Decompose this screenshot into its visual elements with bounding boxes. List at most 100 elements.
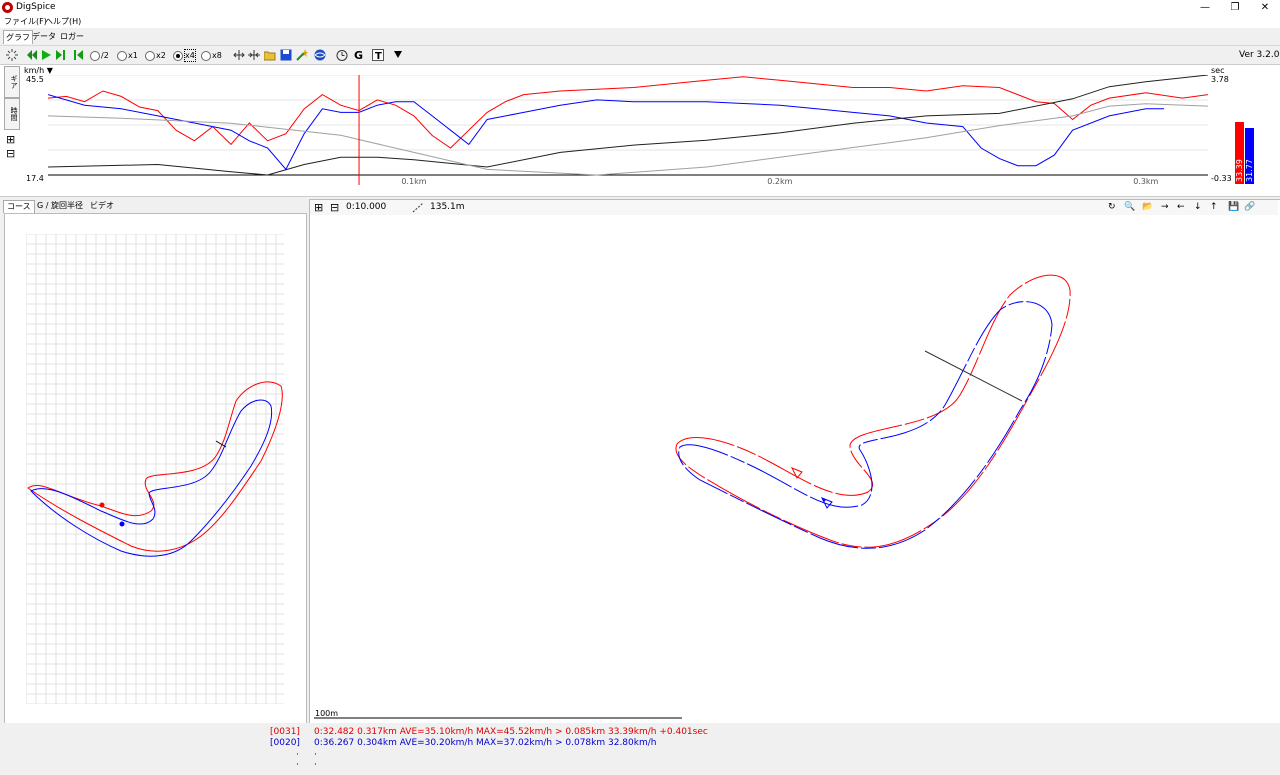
- map-zoom-icon[interactable]: 🔍: [1124, 201, 1135, 214]
- speed-bar-blue-label: 31.77: [1245, 159, 1254, 182]
- course-blue-marker: [119, 521, 125, 527]
- course-panel[interactable]: [4, 213, 307, 724]
- right-axis-max: 3.78: [1211, 75, 1229, 84]
- map-reset-icon[interactable]: ↻: [1108, 201, 1116, 214]
- unit-dropdown-icon[interactable]: ▼: [47, 66, 53, 75]
- speed-radio-x1[interactable]: [117, 51, 127, 61]
- course-red-marker: [99, 502, 105, 508]
- graph-zoom-in-icon[interactable]: ⊞: [6, 133, 15, 146]
- speed-label-x1: x1: [128, 51, 138, 60]
- speed-bar-red-label: 33.39: [1235, 159, 1244, 182]
- chart-series: [48, 75, 1208, 185]
- globe-icon[interactable]: [314, 49, 326, 61]
- status-dot-left-2: ·: [296, 760, 299, 770]
- scale-label: 100m: [315, 709, 338, 718]
- series-line-0: [48, 76, 1208, 149]
- status-panel: [0031] 0:32.482 0.317km AVE=35.10km/h MA…: [0, 723, 1280, 775]
- course-map[interactable]: [26, 234, 284, 704]
- title-bar: DigSpice — ❐ ✕: [0, 0, 1280, 15]
- vtab-gear[interactable]: ギア: [4, 66, 20, 98]
- track-cursor-line: [924, 350, 1023, 402]
- arrow-right-icon[interactable]: →: [1161, 201, 1169, 214]
- status-id-red: [0031]: [270, 727, 300, 737]
- status-text-blue: 0:36.267 0.304km AVE=30.20km/h MAX=37.02…: [314, 738, 657, 748]
- svg-text:T: T: [375, 51, 382, 61]
- course-grid: [26, 234, 284, 704]
- menu-bar: ファイル(F) ヘルプ(H): [0, 15, 1280, 28]
- speed-radio-half[interactable]: [90, 51, 100, 61]
- x-tick-label: 0.2km: [767, 177, 792, 186]
- step-forward-icon[interactable]: [54, 49, 66, 61]
- reset-view-icon[interactable]: [6, 49, 18, 61]
- status-id-blue: [0020]: [270, 738, 300, 748]
- close-button[interactable]: ✕: [1250, 0, 1280, 15]
- g-force-icon[interactable]: G: [354, 49, 363, 62]
- speed-label-x4: x4: [184, 49, 196, 62]
- track-blue: [678, 301, 1053, 549]
- measure-icon[interactable]: [412, 202, 424, 213]
- telemetry-chart[interactable]: 0.1km 0.2km 0.3km: [48, 75, 1208, 195]
- map-distance: 135.1m: [430, 202, 465, 212]
- version-label: Ver 3.2.0: [1239, 50, 1280, 60]
- arrow-up-icon[interactable]: ↑: [1210, 201, 1218, 214]
- graph-panel[interactable]: km/h ▼ 45.5 17.4 sec 3.78 -0.33 0.1km 0.2…: [0, 64, 1280, 197]
- app-icon: [2, 2, 13, 13]
- tab-data[interactable]: データ: [30, 30, 58, 43]
- tab-logger[interactable]: ロガー: [58, 30, 86, 43]
- chart-x-ticks: 0.1km 0.2km 0.3km: [401, 177, 1158, 186]
- status-dot-right-2: ·: [314, 760, 317, 770]
- map-save-icon[interactable]: 💾: [1228, 201, 1239, 214]
- main-tabs: グラフ データ ロガー: [0, 28, 1280, 44]
- main-track-map[interactable]: 100m: [310, 216, 1278, 721]
- expand-horizontal-icon[interactable]: [233, 49, 245, 61]
- map-link-icon[interactable]: 🔗: [1244, 201, 1255, 214]
- toolbar: /2 x1 x2 x4 x8 G T Ver 3.2.0: [0, 45, 1280, 65]
- arrow-left-icon[interactable]: ←: [1177, 201, 1185, 214]
- speed-label-half: /2: [101, 51, 109, 60]
- map-zoom-in-icon[interactable]: ⊞: [314, 201, 323, 214]
- speed-radio-x2[interactable]: [145, 51, 155, 61]
- tab-g-radius[interactable]: G / 旋回半径: [34, 200, 86, 212]
- rewind-icon[interactable]: [26, 49, 38, 61]
- graph-zoom-out-icon[interactable]: ⊟: [6, 147, 15, 160]
- menu-help[interactable]: ヘルプ(H): [45, 16, 81, 27]
- speed-radio-x8[interactable]: [201, 51, 211, 61]
- tab-graph[interactable]: グラフ: [3, 30, 33, 44]
- tab-course[interactable]: コース: [3, 200, 35, 213]
- window-title: DigSpice: [16, 2, 56, 12]
- track-red: [675, 274, 1071, 548]
- arrow-down-icon[interactable]: ↓: [1194, 201, 1202, 214]
- series-line-3: [48, 103, 1208, 176]
- chart-grid: [48, 75, 1208, 176]
- save-icon[interactable]: [280, 49, 292, 61]
- map-open-icon[interactable]: 📂: [1142, 201, 1153, 214]
- speed-radio-x4[interactable]: [173, 51, 183, 61]
- speed-bars: 33.39 31.77: [1235, 122, 1254, 184]
- dropdown-triangle-icon[interactable]: [393, 50, 403, 60]
- left-axis-unit: km/h ▼: [24, 66, 53, 75]
- shrink-horizontal-icon[interactable]: [248, 49, 260, 61]
- vtab-time[interactable]: 時間: [4, 98, 20, 130]
- wand-icon[interactable]: [296, 49, 308, 61]
- step-back-icon[interactable]: [72, 49, 84, 61]
- tab-video[interactable]: ビデオ: [87, 200, 117, 212]
- map-zoom-out-icon[interactable]: ⊟: [330, 201, 339, 214]
- menu-file[interactable]: ファイル(F): [4, 16, 47, 27]
- right-axis-min: -0.33: [1211, 174, 1232, 183]
- speed-label-x8: x8: [212, 51, 222, 60]
- x-tick-label: 0.3km: [1133, 177, 1158, 186]
- left-axis-max: 45.5: [26, 75, 44, 84]
- status-text-red: 0:32.482 0.317km AVE=35.10km/h MAX=45.52…: [314, 727, 708, 737]
- series-line-1: [48, 94, 1165, 171]
- play-icon[interactable]: [40, 49, 52, 61]
- restore-button[interactable]: ❐: [1220, 0, 1250, 15]
- stopwatch-icon[interactable]: [336, 49, 348, 61]
- speed-label-x2: x2: [156, 51, 166, 60]
- x-tick-label: 0.1km: [401, 177, 426, 186]
- blue-position-dot: [822, 498, 826, 502]
- map-time: 0:10.000: [346, 202, 387, 212]
- left-axis-min: 17.4: [26, 174, 44, 183]
- minimize-button[interactable]: —: [1190, 0, 1220, 15]
- open-folder-icon[interactable]: [264, 49, 276, 61]
- text-tool-icon[interactable]: T: [372, 49, 384, 61]
